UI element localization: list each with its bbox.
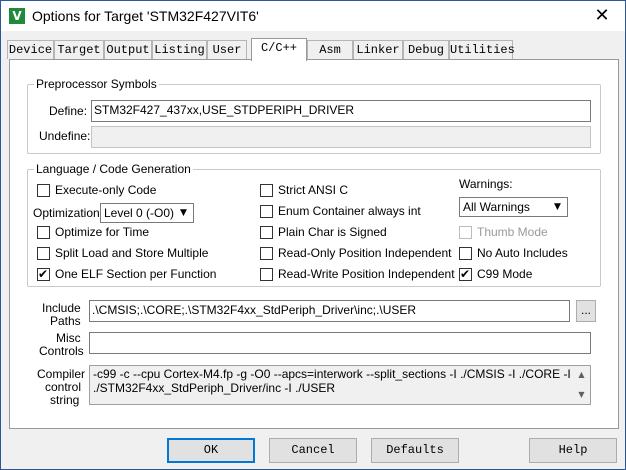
- ro-pi-checkbox[interactable]: [260, 247, 273, 260]
- strict-ansi-label: Strict ANSI C: [278, 183, 349, 197]
- ro-pi-label: Read-Only Position Independent: [278, 246, 452, 260]
- rw-pi-checkbox[interactable]: [260, 268, 273, 281]
- c99-mode-label: C99 Mode: [477, 267, 533, 281]
- tab-asm[interactable]: Asm: [307, 40, 353, 59]
- tab-debug[interactable]: Debug: [403, 40, 449, 59]
- tab-target[interactable]: Target: [54, 40, 104, 59]
- tab-linker[interactable]: Linker: [353, 40, 403, 59]
- compiler-string-label-2: control: [45, 380, 82, 394]
- title-bar: V Options for Target 'STM32F427VIT6' ✕: [1, 1, 625, 31]
- optimize-time-checkbox[interactable]: [37, 226, 50, 239]
- c99-mode-checkbox[interactable]: ✔: [459, 267, 472, 281]
- optimization-label: Optimization:: [33, 206, 104, 220]
- undefine-label: Undefine:: [39, 129, 91, 143]
- no-auto-includes-label: No Auto Includes: [477, 246, 568, 260]
- compiler-string-scrollbar[interactable]: ▲ ▼: [573, 366, 590, 404]
- preprocessor-group-label: Preprocessor Symbols: [34, 77, 159, 91]
- window-title: Options for Target 'STM32F427VIT6': [32, 8, 259, 24]
- compiler-control-string[interactable]: -c99 -c --cpu Cortex-M4.fp -g -O0 --apcs…: [89, 365, 591, 405]
- compiler-string-line-1: -c99 -c --cpu Cortex-M4.fp -g -O0 --apcs…: [93, 367, 571, 381]
- cpp-tab-page: Preprocessor Symbols Define: STM32F427_4…: [9, 59, 619, 429]
- enum-container-label: Enum Container always int: [278, 204, 421, 218]
- execute-only-checkbox[interactable]: [37, 184, 50, 197]
- tab-output[interactable]: Output: [104, 40, 152, 59]
- preprocessor-group: Preprocessor Symbols Define: STM32F427_4…: [27, 77, 601, 154]
- language-group: Language / Code Generation Execute-only …: [27, 162, 601, 287]
- compiler-string-label-3: string: [50, 393, 80, 407]
- tab-cpp[interactable]: C/C++: [251, 38, 307, 61]
- tab-user[interactable]: User: [207, 40, 247, 59]
- chevron-down-icon: ▼: [180, 208, 187, 218]
- no-auto-includes-checkbox[interactable]: [459, 247, 472, 260]
- close-icon[interactable]: ✕: [579, 1, 625, 31]
- tab-listing[interactable]: Listing: [152, 40, 207, 59]
- include-paths-browse-button[interactable]: ...: [576, 300, 596, 322]
- enum-container-checkbox[interactable]: [260, 205, 273, 218]
- strict-ansi-checkbox[interactable]: [260, 184, 273, 197]
- options-dialog: V Options for Target 'STM32F427VIT6' ✕ D…: [0, 0, 626, 470]
- help-button[interactable]: Help: [529, 438, 617, 463]
- tab-utilities[interactable]: Utilities: [449, 40, 515, 59]
- tab-device[interactable]: Device: [7, 40, 54, 59]
- keil-app-icon: V: [9, 8, 25, 24]
- warnings-label: Warnings:: [459, 177, 513, 191]
- cancel-button[interactable]: Cancel: [269, 438, 357, 463]
- plain-char-label: Plain Char is Signed: [278, 225, 387, 239]
- chevron-down-icon: ▼: [554, 202, 561, 212]
- warnings-value: All Warnings: [463, 200, 530, 214]
- split-load-label: Split Load and Store Multiple: [55, 246, 209, 260]
- thumb-mode-checkbox[interactable]: [459, 226, 472, 239]
- checkmark-icon: ✔: [460, 267, 471, 281]
- define-input[interactable]: STM32F427_437xx,USE_STDPERIPH_DRIVER: [91, 100, 591, 122]
- execute-only-label: Execute-only Code: [55, 183, 157, 197]
- defaults-button[interactable]: Defaults: [371, 438, 459, 463]
- define-label: Define:: [49, 104, 88, 118]
- optimization-value: Level 0 (-O0): [104, 206, 175, 220]
- optimization-select[interactable]: Level 0 (-O0) ▼: [100, 203, 194, 223]
- split-load-checkbox[interactable]: [37, 247, 50, 260]
- misc-controls-input[interactable]: [89, 332, 591, 354]
- misc-controls-label-2: Controls: [39, 344, 84, 358]
- plain-char-checkbox[interactable]: [260, 226, 273, 239]
- include-paths-label-1: Include: [42, 301, 81, 315]
- one-elf-label: One ELF Section per Function: [55, 267, 217, 281]
- optimize-time-label: Optimize for Time: [55, 225, 150, 239]
- checkmark-icon: ✔: [38, 267, 49, 281]
- ok-button[interactable]: OK: [167, 438, 255, 463]
- include-paths-input[interactable]: .\CMSIS;.\CORE;.\STM32F4xx_StdPeriph_Dri…: [89, 300, 570, 322]
- misc-controls-label-1: Misc: [56, 331, 81, 345]
- scroll-down-icon[interactable]: ▼: [573, 388, 590, 402]
- language-group-label: Language / Code Generation: [34, 162, 193, 176]
- thumb-mode-label: Thumb Mode: [477, 225, 548, 239]
- include-paths-label-2: Paths: [50, 314, 81, 328]
- scroll-up-icon[interactable]: ▲: [573, 368, 590, 382]
- compiler-string-line-2: ./STM32F4xx_StdPeriph_Driver/inc -I ./US…: [93, 381, 336, 395]
- one-elf-checkbox[interactable]: ✔: [37, 267, 50, 281]
- rw-pi-label: Read-Write Position Independent: [278, 267, 455, 281]
- compiler-string-label-1: Compiler: [37, 367, 86, 381]
- warnings-select[interactable]: All Warnings ▼: [459, 197, 568, 217]
- undefine-input[interactable]: [91, 126, 591, 148]
